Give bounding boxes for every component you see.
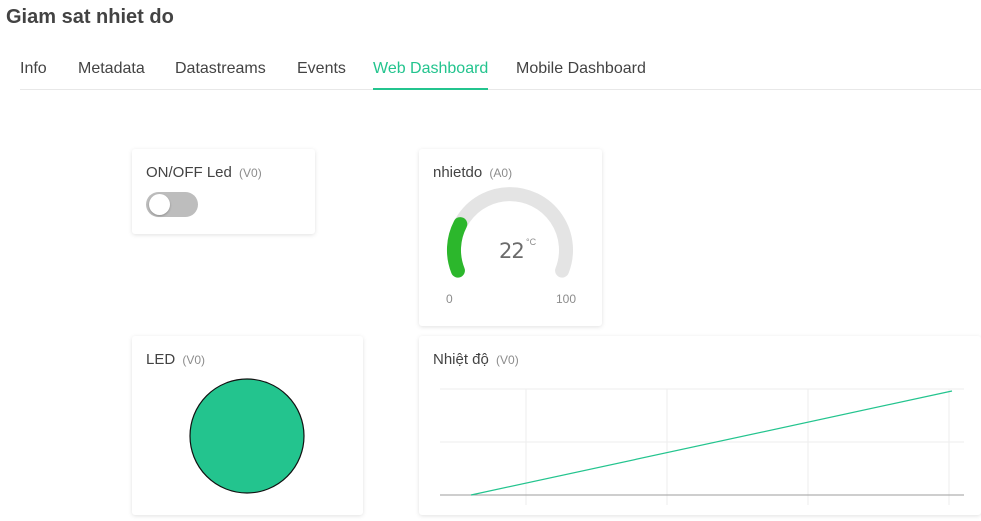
switch-widget-label: ON/OFF Led — [146, 164, 232, 181]
switch-widget-card[interactable]: ON/OFF Led (V0) — [132, 149, 315, 234]
toggle-knob — [149, 194, 170, 215]
gauge-max-label: 100 — [556, 292, 577, 306]
tab-info[interactable]: Info — [20, 60, 47, 78]
led-widget-card[interactable]: LED (V0) — [132, 336, 363, 515]
switch-widget-title: ON/OFF Led (V0) — [146, 164, 262, 181]
tab-bar: Info Metadata Datastreams Events Web Das… — [20, 50, 981, 90]
gauge-widget-card[interactable]: nhietdo (A0) 22 °C 0 100 — [419, 149, 602, 326]
line-chart — [440, 388, 964, 505]
gauge-fill — [447, 217, 468, 278]
led-indicator — [189, 378, 305, 494]
switch-widget-pin: (V0) — [239, 166, 262, 180]
tab-datastreams[interactable]: Datastreams — [175, 60, 266, 78]
active-tab-indicator — [373, 88, 488, 90]
tab-mobile-dashboard[interactable]: Mobile Dashboard — [516, 60, 646, 78]
tab-events[interactable]: Events — [297, 60, 346, 78]
gauge-unit: °C — [526, 237, 537, 247]
led-toggle-switch[interactable] — [146, 192, 198, 217]
page-title: Giam sat nhiet do — [6, 6, 174, 28]
tab-metadata[interactable]: Metadata — [78, 60, 145, 78]
chart-series-line — [470, 390, 953, 496]
gauge-min-label: 0 — [446, 292, 453, 306]
led-circle — [189, 378, 305, 494]
tab-web-dashboard[interactable]: Web Dashboard — [373, 60, 488, 78]
gauge-value: 22 — [499, 239, 525, 263]
chart-widget-card[interactable]: Nhiệt độ (V0) — [419, 336, 981, 515]
